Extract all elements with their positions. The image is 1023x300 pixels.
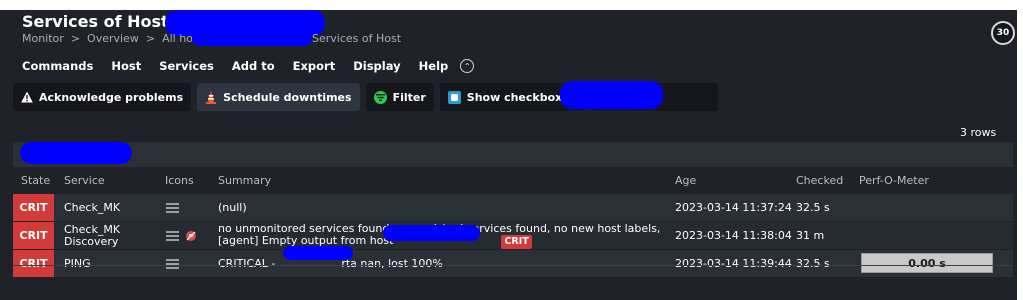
service-name[interactable]: PING <box>64 250 91 277</box>
row-count: 3 rows <box>960 126 997 139</box>
perf-o-meter-bar[interactable]: 0.00 s <box>861 253 993 273</box>
age: 2023-03-14 11:38:04 <box>675 229 792 242</box>
host-group-header[interactable] <box>13 142 1013 167</box>
menu-bar: Commands Host Services Add to Export Dis… <box>13 55 1022 77</box>
checkbox-icon <box>447 90 461 104</box>
traffic-cone-icon <box>205 90 217 104</box>
redacted-ping-target <box>283 246 353 260</box>
menu-commands[interactable]: Commands <box>22 59 93 73</box>
menu-services[interactable]: Services <box>159 59 214 73</box>
checked: 32.5 s <box>796 257 830 270</box>
table-row: CRIT PING CRITICAL - rta nan, lost 100% … <box>13 250 1013 277</box>
state-badge: CRIT <box>13 222 54 249</box>
breadcrumb-current: Services of Host <box>312 32 402 45</box>
crit-inline-badge: CRIT <box>501 234 532 249</box>
col-checked[interactable]: Checked <box>796 167 843 194</box>
filter-icon <box>373 90 387 104</box>
col-summary[interactable]: Summary <box>218 167 271 194</box>
redacted-info-text <box>560 81 663 109</box>
col-icons: Icons <box>165 174 194 187</box>
age: 2023-03-14 11:39:44 <box>675 257 792 270</box>
col-perf-o-meter[interactable]: Perf-O-Meter <box>859 167 929 194</box>
summary: (null) <box>218 201 247 214</box>
table-row: CRIT Check_MK (null) 2023-03-14 11:37:24… <box>13 194 1013 221</box>
menu-host[interactable]: Host <box>111 59 141 73</box>
acknowledge-problems-button[interactable]: Acknowledge problems <box>13 83 192 111</box>
filter-label: Filter <box>392 90 426 104</box>
filter-button[interactable]: Filter <box>365 83 434 111</box>
checked: 31 m <box>796 229 825 242</box>
app-window: Services of Host Monitor > Overview > Al… <box>0 10 1017 300</box>
menu-display[interactable]: Display <box>353 59 400 73</box>
schedule-downtimes-button[interactable]: Schedule downtimes <box>197 83 360 111</box>
age: 2023-03-14 11:37:24 <box>675 201 792 214</box>
checked: 32.5 s <box>796 201 830 214</box>
redacted-breadcrumb-host <box>192 30 312 46</box>
breadcrumb-overview[interactable]: Overview <box>87 32 139 45</box>
redacted-host-summary <box>383 225 480 241</box>
menu-icon[interactable] <box>166 250 179 277</box>
table-header: State Service Icons Summary Age Checked … <box>13 167 1013 194</box>
state-badge: CRIT <box>13 250 54 277</box>
table-row: CRIT Check_MK Discovery no unmonitored s… <box>13 222 1013 249</box>
menu-export[interactable]: Export <box>293 59 336 73</box>
menu-icon[interactable] <box>166 194 179 221</box>
service-name[interactable]: Check_MK <box>64 194 120 221</box>
col-state[interactable]: State <box>21 167 50 194</box>
menu-icon[interactable] <box>166 222 179 249</box>
redacted-host-group <box>20 142 132 164</box>
warning-icon <box>21 91 33 103</box>
notifications-off-icon <box>185 222 197 249</box>
service-name[interactable]: Check_MK Discovery <box>64 222 120 249</box>
services-table: State Service Icons Summary Age Checked … <box>13 142 1013 278</box>
breadcrumb-monitor[interactable]: Monitor <box>22 32 64 45</box>
page-title: Services of Host <box>22 12 169 31</box>
divider <box>13 265 1013 266</box>
acknowledge-label: Acknowledge problems <box>39 90 184 104</box>
schedule-label: Schedule downtimes <box>223 90 352 104</box>
menu-help[interactable]: Help <box>419 59 449 73</box>
chevron-up-icon[interactable]: ⌃ <box>460 59 475 73</box>
menu-add-to[interactable]: Add to <box>232 59 275 73</box>
col-age[interactable]: Age <box>675 167 696 194</box>
state-badge: CRIT <box>13 194 54 221</box>
col-service[interactable]: Service <box>64 167 105 194</box>
refresh-timer-button[interactable]: 30 <box>991 21 1015 45</box>
